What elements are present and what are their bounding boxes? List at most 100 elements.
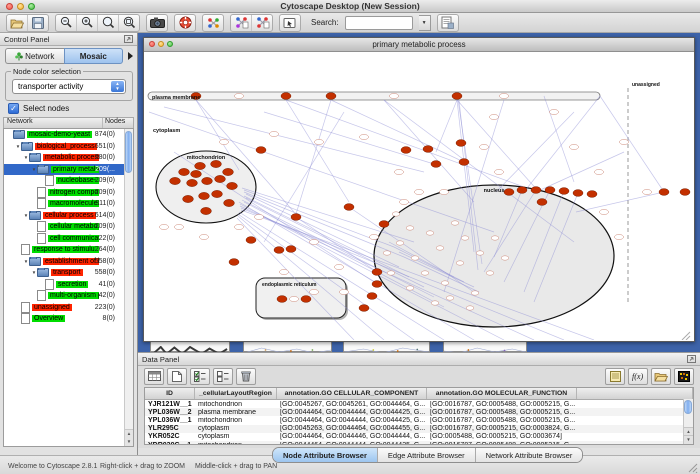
background-window-fragment[interactable] [150,341,230,352]
annotation-button[interactable] [280,15,300,31]
snapshot-button[interactable] [147,15,167,31]
tree-row[interactable]: secretion41(0) [4,279,125,291]
tree-node-label: cellular process [43,212,96,219]
tab-network-label: Network [25,52,54,61]
new-attribute-button[interactable] [167,368,187,385]
tree-row[interactable]: unassigned223(0) [4,302,125,314]
table-column-header[interactable]: annotation.GO CELLULAR_COMPONENT [277,388,427,399]
table-row[interactable]: YKR052Ccytoplasm[GO:0044464, GO:0044446,… [145,433,684,441]
tree-row[interactable]: ▼establishment of lo...558(0) [4,256,125,268]
help-button[interactable] [175,15,195,31]
tree-row[interactable]: cellular metabo...209(0) [4,221,125,233]
tree-row[interactable]: ▼metabolic process280(0) [4,152,125,164]
tree-node-label: transport [51,269,83,276]
control-panel-title: Control Panel [4,35,124,44]
titlebar: Cytoscape Desktop (New Session) [0,0,700,13]
network-view-titlebar[interactable]: primary metabolic process [144,38,694,52]
tree-row[interactable]: Overview8(0) [4,313,125,325]
formula-builder-button[interactable]: f(x) [628,368,648,385]
background-window-fragment[interactable] [243,341,332,352]
zoom-out-button[interactable] [56,15,76,31]
tab-node-attribute-browser[interactable]: Node Attribute Browser [273,448,378,462]
table-column-header[interactable]: ID [145,388,195,399]
table-row[interactable]: YPL036W__1mitochondrion[GO:0044464, GO:0… [145,416,684,424]
file-icon [37,221,46,232]
tree-node-count: 558(0) [95,269,115,276]
tree-row[interactable]: cell communicat...22(0) [4,233,125,245]
select-all-attributes-button[interactable] [190,368,210,385]
table-cell: [GO:0044464, GO:0044446, GO:0044444, G..… [277,433,427,440]
tree-row[interactable]: ▼biological_process651(0) [4,141,125,153]
column-nodes: Nodes [103,118,133,128]
tree-row[interactable]: ▼transport558(0) [4,267,125,279]
tree-node-count: 209(0) [95,189,115,196]
open-session-button[interactable] [7,15,27,31]
tree-scrollbar-thumb[interactable] [125,131,132,173]
select-attributes-button[interactable] [144,368,164,385]
node-color-dropdown[interactable]: transporter activity ▲▼ [12,79,126,94]
table-column-header[interactable]: _cellularLayoutRegion [195,388,277,399]
zoom-in-button[interactable] [76,15,97,31]
table-scrollbar-thumb[interactable] [684,400,692,414]
folder-icon [29,211,41,220]
background-window-fragment[interactable] [443,341,527,352]
folder-icon [13,130,25,139]
tab-edge-attribute-browser[interactable]: Edge Attribute Browser [378,448,476,462]
zoom-fit-button[interactable] [118,15,139,31]
network-canvas[interactable]: plasma membranecytoplasmmitochondrionnuc… [144,52,692,340]
table-cell: [GO:0044464, GO:0044444, GO:0044425, G..… [277,409,427,416]
tree-node-label: macromolecule... [48,200,99,207]
heatmap-button[interactable] [674,368,694,385]
table-row[interactable]: YLR295Ccytoplasm[GO:0045263, GO:0044464,… [145,425,684,433]
select-nodes-option[interactable]: ✓ Select nodes [8,103,69,114]
window-title: Cytoscape Desktop (New Session) [0,1,700,11]
tree-row[interactable]: macromolecule...311(0) [4,198,125,210]
search-config-button[interactable] [438,15,458,31]
delete-attribute-button[interactable] [236,368,256,385]
tree-row[interactable]: nucleobase-...209(0) [4,175,125,187]
zoom-in-icon [81,16,94,29]
create-network-view-button[interactable] [231,15,251,31]
tree-row[interactable]: multi-organism pro...42(0) [4,290,125,302]
tree-scrollbar[interactable]: ▲▼ [124,129,133,446]
select-nodes-checkbox[interactable]: ✓ [8,103,19,114]
tree-scrollbar-arrows[interactable]: ▲▼ [125,429,133,446]
attribute-list-button[interactable] [605,368,625,385]
tree-row[interactable]: ▼cellular process614(0) [4,210,125,222]
resize-grip-icon[interactable] [688,463,698,473]
tab-mosaic[interactable]: Mosaic [64,48,124,64]
table-cell: [GO:0016787, GO:0005488, GO:0005215, G..… [427,442,577,445]
tab-network-attribute-browser[interactable]: Network Attribute Browser [476,448,583,462]
control-panel-header: Control Panel [0,33,137,46]
float-panel-icon[interactable] [124,35,133,43]
heatmap-icon [678,371,690,382]
table-cell: YJR121W__1 [145,401,195,408]
tree-row[interactable]: response to stimulu...264(0) [4,244,125,256]
tree-row[interactable]: ▼primary metabo...209(... [4,164,125,176]
svg-text:f(x): f(x) [632,372,643,381]
table-column-header[interactable]: annotation.GO MOLECULAR_FUNCTION [427,388,577,399]
more-tabs-arrow[interactable] [128,52,133,60]
main-toolbar: Search: ▼ [0,13,700,33]
scroll-down-button[interactable]: ▼ [684,435,693,444]
search-input[interactable] [345,16,413,30]
unselect-all-attributes-button[interactable] [213,368,233,385]
save-session-button[interactable] [27,15,48,31]
background-window-fragment[interactable] [343,341,430,352]
table-row[interactable]: YDR039C__1mitochondrion[GO:0044464, GO:0… [145,441,684,445]
network-overview-button[interactable] [203,15,223,31]
destroy-network-view-button[interactable] [251,15,272,31]
tab-network[interactable]: Network [5,48,64,64]
new-document-icon [172,371,182,382]
tree-row[interactable]: nitrogen compo...209(0) [4,187,125,199]
float-panel-icon[interactable] [687,355,696,363]
table-scrollbar[interactable]: ▲ ▼ [683,399,693,444]
notepad-icon [610,371,621,382]
table-row[interactable]: YJR121W__1mitochondrion[GO:0045267, GO:0… [145,400,684,408]
search-dropdown-button[interactable]: ▼ [419,15,431,31]
table-cell: YPL036W__1 [145,417,195,424]
import-attributes-button[interactable] [651,368,671,385]
table-row[interactable]: YPL036W__2plasma membrane[GO:0044464, GO… [145,408,684,416]
zoom-selected-button[interactable] [97,15,118,31]
tree-row[interactable]: mosaic-demo-yeast874(0) [4,129,125,141]
